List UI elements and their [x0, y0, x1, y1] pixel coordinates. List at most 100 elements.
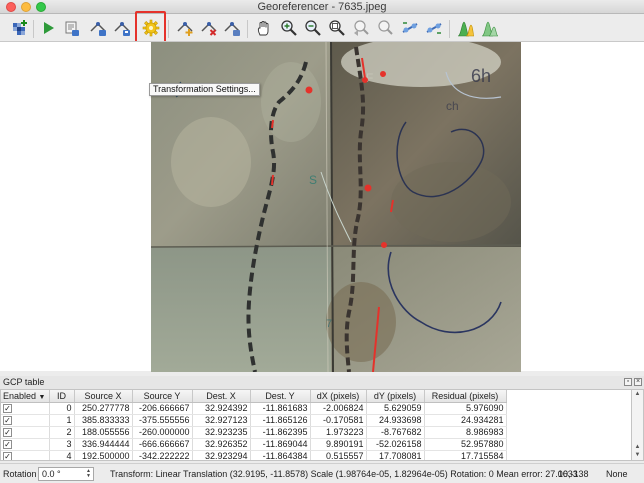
cell-id: 4	[49, 450, 75, 460]
toolbar-separator	[168, 20, 169, 38]
cell-dest-y[interactable]: -11.865126	[250, 414, 311, 427]
gcp-table-grid: Enabled ▼ ID Source X Source Y Dest. X D…	[1, 390, 507, 460]
toolbar-separator	[33, 20, 34, 38]
column-header-dest-y[interactable]: Dest. Y	[250, 390, 311, 403]
cell-dx: -0.170581	[310, 414, 367, 427]
georeferencer-canvas[interactable]: 6h ch F S 7 Transformation Settings...	[0, 41, 644, 372]
column-header-dest-x[interactable]: Dest. X	[192, 390, 251, 403]
column-header-id[interactable]: ID	[49, 390, 75, 403]
local-histogram-stretch-button[interactable]	[480, 18, 500, 38]
move-gcp-point-button[interactable]	[222, 18, 242, 38]
cell-dx: 0.515557	[310, 450, 367, 460]
coordinate-readout: 10,-138	[558, 469, 589, 479]
rotation-label: Rotation	[3, 469, 37, 479]
load-gcp-icon	[90, 22, 106, 36]
window-title: Georeferencer - 7635.jpeg	[257, 1, 387, 13]
cell-source-x[interactable]: 336.944444	[74, 438, 133, 451]
cell-source-x[interactable]: 385.833333	[74, 414, 133, 427]
cell-id: 1	[49, 414, 75, 427]
pan-button[interactable]	[254, 18, 274, 38]
enabled-checkbox[interactable]: ✓	[3, 415, 12, 425]
cell-source-y[interactable]: -206.666667	[132, 402, 193, 415]
zoom-to-layer-button[interactable]	[327, 18, 347, 38]
svg-text:6h: 6h	[471, 66, 491, 86]
gcp-table-scrollbar[interactable]: ▲ ▲ ▼	[632, 389, 644, 461]
spin-arrows-icon[interactable]: ▲ ▼	[85, 469, 92, 479]
cell-source-x[interactable]: 188.055556	[74, 426, 133, 439]
gcp-table[interactable]: Enabled ▼ ID Source X Source Y Dest. X D…	[0, 389, 632, 461]
cell-source-y[interactable]: -260.000000	[132, 426, 193, 439]
cell-dest-x[interactable]: 32.923235	[192, 426, 251, 439]
cell-dest-y[interactable]: -11.862395	[250, 426, 311, 439]
generate-gdal-script-button[interactable]	[62, 18, 82, 38]
cell-residual: 5.976090	[424, 402, 507, 415]
crs-indicator: None	[606, 469, 628, 479]
open-raster-button[interactable]	[10, 18, 30, 38]
dock-close-button[interactable]: ×	[634, 378, 642, 386]
cell-dy: 17.708081	[366, 450, 425, 460]
svg-text:7: 7	[326, 318, 332, 330]
cell-source-y[interactable]: -342.222222	[132, 450, 193, 460]
cell-dest-x[interactable]: 32.923294	[192, 450, 251, 460]
zoom-last-icon	[354, 20, 369, 36]
table-row[interactable]: ✓ 1 385.833333 -375.555556 32.927123 -11…	[1, 414, 507, 427]
table-row[interactable]: ✓ 4 192.500000 -342.222222 32.923294 -11…	[1, 450, 507, 460]
cell-dest-y[interactable]: -11.869044	[250, 438, 311, 451]
cell-source-y[interactable]: -375.555556	[132, 414, 193, 427]
add-point-button[interactable]	[175, 18, 195, 38]
link-georeferencer-to-qgis-button[interactable]	[400, 18, 420, 38]
cell-dest-x[interactable]: 32.924392	[192, 402, 251, 415]
cell-dest-x[interactable]: 32.926352	[192, 438, 251, 451]
cell-source-x[interactable]: 250.277778	[74, 402, 133, 415]
start-georeferencing-button[interactable]	[38, 18, 58, 38]
rotation-spinbox[interactable]: 0.0 ° ▲ ▼	[38, 467, 94, 481]
cell-dest-y[interactable]: -11.864384	[250, 450, 311, 460]
cell-dx: 1.973223	[310, 426, 367, 439]
enabled-checkbox[interactable]: ✓	[3, 451, 12, 460]
zoom-last-button[interactable]	[351, 18, 371, 38]
cell-id: 2	[49, 426, 75, 439]
enabled-checkbox[interactable]: ✓	[3, 427, 12, 437]
zoom-out-button[interactable]	[303, 18, 323, 38]
scroll-up-arrow-icon[interactable]: ▲	[634, 391, 641, 397]
save-gcp-points-button[interactable]	[112, 18, 132, 38]
delete-point-icon	[201, 22, 217, 36]
table-row[interactable]: ✓ 2 188.055556 -260.000000 32.923235 -11…	[1, 426, 507, 439]
zoom-in-button[interactable]	[279, 18, 299, 38]
table-row[interactable]: ✓ 0 250.277778 -206.666667 32.924392 -11…	[1, 402, 507, 415]
cell-source-x[interactable]: 192.500000	[74, 450, 133, 460]
enabled-checkbox[interactable]: ✓	[3, 439, 12, 449]
link-qgis-to-georeferencer-button[interactable]	[424, 18, 444, 38]
save-gcp-icon	[114, 22, 130, 36]
full-histogram-stretch-button[interactable]	[456, 18, 476, 38]
zoom-to-layer-icon	[329, 20, 345, 36]
column-header-enabled[interactable]: Enabled ▼	[1, 390, 50, 403]
gcp-dock-title: GCP table	[3, 377, 45, 387]
open-raster-icon	[13, 20, 27, 35]
cell-dx: 9.890191	[310, 438, 367, 451]
rotation-value: 0.0 °	[42, 469, 61, 479]
column-header-dx[interactable]: dX (pixels)	[310, 390, 367, 403]
link-icon	[402, 22, 418, 33]
column-header-source-x[interactable]: Source X	[74, 390, 133, 403]
delete-point-button[interactable]	[199, 18, 219, 38]
hand-icon	[257, 21, 269, 36]
cell-dest-y[interactable]: -11.861683	[250, 402, 311, 415]
zoom-next-button[interactable]	[375, 18, 395, 38]
scroll-up-arrow-icon[interactable]: ▲	[634, 444, 641, 450]
svg-text:ch: ch	[446, 99, 459, 113]
cell-residual: 8.986983	[424, 426, 507, 439]
cell-dest-x[interactable]: 32.927123	[192, 414, 251, 427]
column-header-source-y[interactable]: Source Y	[132, 390, 193, 403]
load-gcp-points-button[interactable]	[88, 18, 108, 38]
cell-dy: -8.767682	[366, 426, 425, 439]
cell-residual: 24.934281	[424, 414, 507, 427]
column-header-residual[interactable]: Residual (pixels)	[424, 390, 507, 403]
cell-source-y[interactable]: -666.666667	[132, 438, 193, 451]
table-row[interactable]: ✓ 3 336.944444 -666.666667 32.926352 -11…	[1, 438, 507, 451]
dock-float-button[interactable]: ▫	[624, 378, 632, 386]
column-header-dy[interactable]: dY (pixels)	[366, 390, 425, 403]
scroll-down-arrow-icon[interactable]: ▼	[634, 452, 641, 458]
enabled-checkbox[interactable]: ✓	[3, 403, 12, 413]
zoom-out-icon	[305, 20, 321, 36]
